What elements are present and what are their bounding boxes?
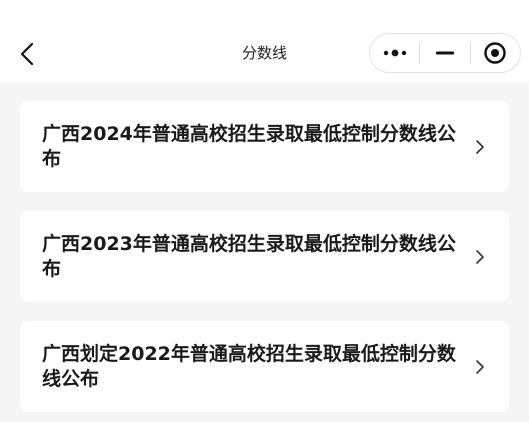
- minimize-icon: [435, 51, 454, 55]
- more-button[interactable]: [370, 34, 419, 72]
- close-button[interactable]: [471, 34, 520, 72]
- mini-program-capsule: [369, 33, 521, 73]
- minimize-button[interactable]: [420, 34, 469, 72]
- target-close-icon: [484, 42, 507, 64]
- chevron-right-icon: [476, 139, 484, 154]
- list-item[interactable]: 广西2023年普通高校招生录取最低控制分数线公布: [20, 211, 509, 302]
- list-item[interactable]: 广西划定2022年普通高校招生录取最低控制分数线公布: [20, 321, 509, 412]
- more-dots-icon: [383, 49, 406, 57]
- chevron-right-icon: [476, 249, 484, 264]
- list-item[interactable]: 广西2024年普通高校招生录取最低控制分数线公布: [20, 101, 509, 192]
- list-item-title: 广西2023年普通高校招生录取最低控制分数线公布: [42, 232, 456, 280]
- chevron-right-icon: [476, 359, 484, 374]
- list-item-title: 广西2024年普通高校招生录取最低控制分数线公布: [42, 122, 456, 170]
- list-item-title: 广西划定2022年普通高校招生录取最低控制分数线公布: [42, 342, 456, 390]
- navigation-bar: 分数线: [0, 0, 529, 82]
